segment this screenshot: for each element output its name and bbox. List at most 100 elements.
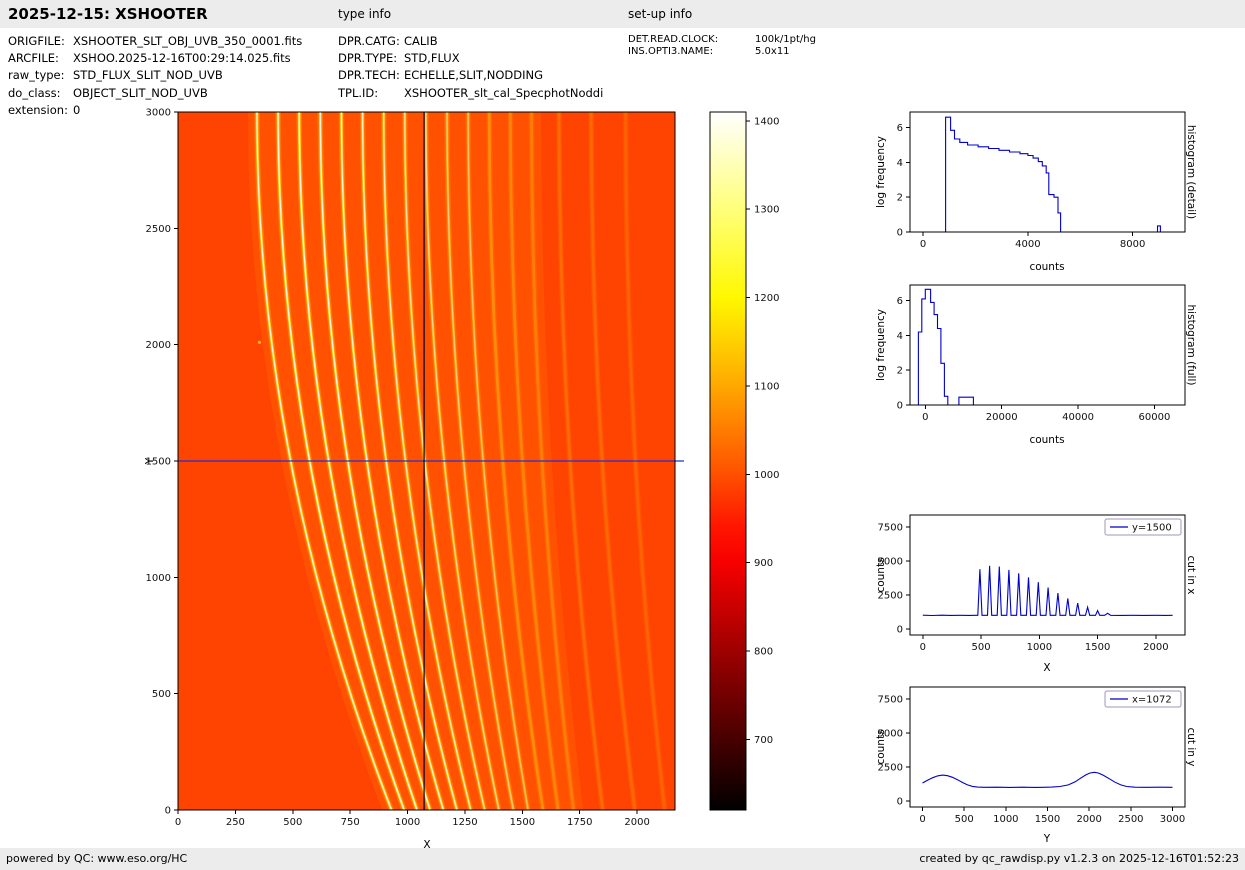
- meta-value: CALIB: [404, 34, 438, 48]
- svg-text:1200: 1200: [754, 293, 779, 304]
- meta-row-dprcatg: DPR.CATG: CALIB: [338, 33, 603, 50]
- svg-text:2: 2: [897, 366, 903, 377]
- setup-info-block: DET.READ.CLOCK: 100k/1pt/hg INS.OPTI3.NAM…: [628, 34, 816, 57]
- meta-value: OBJECT_SLIT_NOD_UVB: [73, 85, 208, 100]
- meta-label: ARCFILE:: [8, 51, 59, 66]
- svg-text:1250: 1250: [452, 817, 477, 828]
- svg-text:y=1500: y=1500: [1132, 523, 1172, 534]
- svg-text:0: 0: [897, 228, 903, 239]
- svg-text:2000: 2000: [1076, 814, 1101, 825]
- svg-text:2500: 2500: [146, 224, 171, 235]
- histogram-detail-xaxis-label: counts: [1029, 261, 1065, 273]
- svg-text:6: 6: [897, 123, 903, 134]
- footer-created-by-text: created by qc_rawdisp.py v1.2.3 on 2025-…: [919, 852, 1239, 865]
- svg-text:20000: 20000: [986, 412, 1018, 423]
- cut-in-x-side-label: cut in x: [1185, 555, 1197, 595]
- svg-text:1500: 1500: [1035, 814, 1060, 825]
- meta-label: DPR.TECH:: [338, 68, 400, 83]
- main-yaxis-label: Y: [144, 457, 156, 465]
- svg-text:0: 0: [920, 239, 926, 250]
- footer-bar: powered by QC: www.eso.org/HC created by…: [0, 848, 1245, 870]
- main-image-plot: 0 250 500 750 1000 1250 1500 1750 2000 0 500 1000 15…: [146, 108, 684, 828]
- meta-value: 100k/1pt/hg: [755, 34, 816, 45]
- svg-text:700: 700: [754, 735, 773, 746]
- svg-text:0: 0: [897, 796, 903, 807]
- svg-text:4000: 4000: [1015, 239, 1040, 250]
- svg-text:500: 500: [283, 817, 302, 828]
- page-title: 2025-12-15: XSHOOTER: [8, 5, 208, 23]
- meta-label: INS.OPTI3.NAME:: [628, 45, 714, 57]
- svg-text:1750: 1750: [567, 817, 592, 828]
- histogram-detail-yaxis-label: log frequency: [875, 135, 887, 209]
- header-bar: 2025-12-15: XSHOOTER type info set-up in…: [0, 0, 1245, 28]
- svg-text:250: 250: [226, 817, 245, 828]
- meta-label: DPR.TYPE:: [338, 51, 398, 66]
- svg-text:7500: 7500: [878, 523, 903, 534]
- histogram-detail-side-label: histogram (detail): [1185, 124, 1197, 220]
- cut-in-y-yaxis-label: counts: [875, 729, 887, 765]
- cut-in-x-plot: 0 500 1000 1500 2000 0 2500 5000 7500 y=1500: [878, 514, 1186, 653]
- meta-value: XSHOO.2025-12-16T00:29:14.025.fits: [73, 51, 291, 66]
- meta-value: 5.0x11: [755, 45, 790, 57]
- histogram-full-plot: 0 20000 40000 60000 0 2 4 6: [897, 284, 1186, 423]
- meta-value: 0: [73, 102, 81, 117]
- svg-text:2000: 2000: [146, 340, 171, 351]
- svg-text:6: 6: [897, 296, 903, 307]
- cut-in-y-plot: 0 500 1000 1500 2000 2500 3000 0 2500 5000 7500 x=1…: [878, 686, 1186, 825]
- svg-text:800: 800: [754, 646, 773, 657]
- svg-text:2500: 2500: [1118, 814, 1143, 825]
- meta-label: DET.READ.CLOCK:: [628, 34, 719, 45]
- setup-info-heading: set-up info: [628, 7, 693, 21]
- cut-in-x-yaxis-label: counts: [875, 557, 887, 593]
- svg-text:1000: 1000: [754, 470, 779, 481]
- svg-text:4: 4: [897, 158, 903, 169]
- meta-row-tplid: TPL.ID: XSHOOTER_slt_cal_SpecphotNoddi: [338, 85, 603, 102]
- cut-in-y-xaxis-label: Y: [1043, 833, 1051, 845]
- svg-text:2000: 2000: [624, 817, 649, 828]
- svg-text:0: 0: [897, 401, 903, 412]
- meta-row-dprtech: DPR.TECH: ECHELLE,SLIT,NODDING: [338, 67, 603, 84]
- cut-in-y-side-label: cut in y: [1185, 727, 1197, 767]
- meta-label: DPR.CATG:: [338, 34, 400, 48]
- meta-label: ORIGFILE:: [8, 34, 65, 48]
- footer-qc-link[interactable]: powered by QC: www.eso.org/HC: [6, 848, 187, 870]
- svg-text:0: 0: [922, 412, 928, 423]
- svg-text:900: 900: [754, 558, 773, 569]
- colorbar: 700 800 900 1000 1100 1200 1300 1400: [709, 111, 779, 811]
- histogram-detail-plot: 0 4000 8000 0 2 4 6: [897, 111, 1186, 250]
- meta-row-opti3: INS.OPTI3.NAME: 5.0x11: [628, 46, 816, 58]
- svg-text:2: 2: [897, 193, 903, 204]
- histogram-full-side-label: histogram (full): [1185, 304, 1197, 386]
- svg-text:3000: 3000: [1160, 814, 1185, 825]
- cut-in-x-xaxis-label: X: [1043, 662, 1051, 674]
- svg-text:1000: 1000: [395, 817, 420, 828]
- meta-row-rawtype: raw_type: STD_FLUX_SLIT_NOD_UVB: [8, 67, 302, 84]
- svg-text:1000: 1000: [1027, 642, 1052, 653]
- meta-value: XSHOOTER_slt_cal_SpecphotNoddi: [404, 85, 604, 100]
- svg-text:1500: 1500: [1085, 642, 1110, 653]
- svg-text:0: 0: [897, 624, 903, 635]
- meta-label: TPL.ID:: [338, 85, 379, 100]
- file-metadata-block: ORIGFILE: XSHOOTER_SLT_OBJ_UVB_350_0001.f…: [8, 33, 302, 119]
- svg-text:750: 750: [341, 817, 360, 828]
- type-info-heading: type info: [338, 7, 392, 21]
- meta-row-dprtype: DPR.TYPE: STD,FLUX: [338, 50, 603, 67]
- svg-text:0: 0: [919, 814, 925, 825]
- svg-text:7500: 7500: [878, 695, 903, 706]
- meta-label: raw_type:: [8, 68, 65, 83]
- type-info-block: DPR.CATG: CALIB DPR.TYPE: STD,FLUX DPR.TEC…: [338, 33, 603, 102]
- meta-value: STD,FLUX: [404, 51, 460, 66]
- histogram-full-xaxis-label: counts: [1029, 434, 1065, 446]
- svg-text:3000: 3000: [146, 108, 171, 119]
- svg-text:0: 0: [165, 806, 171, 817]
- svg-text:1400: 1400: [754, 116, 779, 127]
- svg-text:40000: 40000: [1062, 412, 1094, 423]
- svg-text:1500: 1500: [510, 817, 535, 828]
- svg-text:500: 500: [152, 689, 171, 700]
- svg-text:0: 0: [920, 642, 926, 653]
- svg-text:1000: 1000: [146, 573, 171, 584]
- svg-text:500: 500: [972, 642, 991, 653]
- svg-text:x=1072: x=1072: [1132, 695, 1172, 706]
- meta-row-doclass: do_class: OBJECT_SLIT_NOD_UVB: [8, 85, 302, 102]
- qc-report-page: 2025-12-15: XSHOOTER type info set-up in…: [0, 0, 1245, 870]
